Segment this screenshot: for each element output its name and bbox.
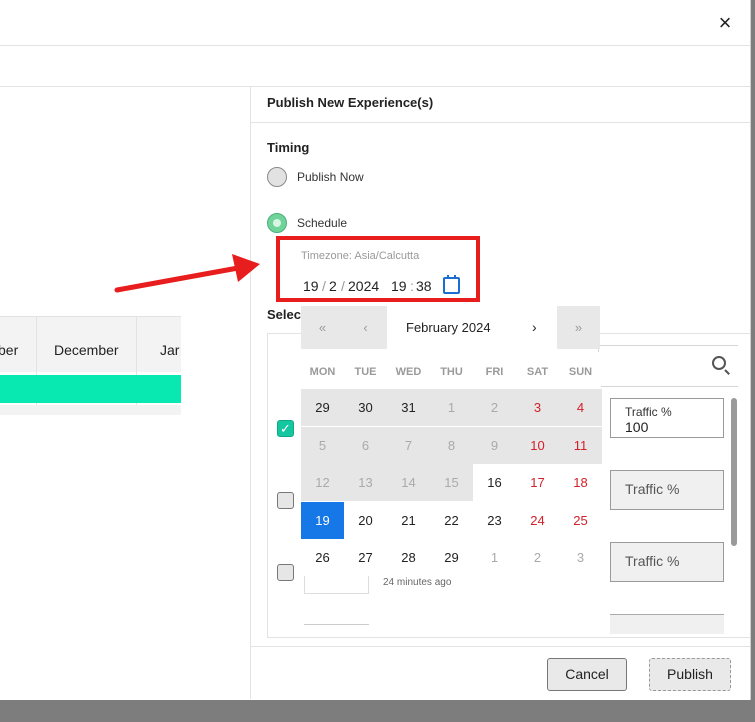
weekday-label: TUE <box>354 366 377 378</box>
calendar-day[interactable]: 15 <box>430 464 473 501</box>
weekday-label: SUN <box>568 366 593 378</box>
calendar-day[interactable]: 2 <box>516 539 559 576</box>
calendar-day[interactable]: 29 <box>430 539 473 576</box>
calendar-day[interactable]: 24 <box>516 501 559 539</box>
experience-checkbox[interactable] <box>277 564 294 581</box>
calendar-day[interactable]: 18 <box>559 464 602 501</box>
experience-thumbnail <box>304 574 369 594</box>
experience-checkbox[interactable]: ✓ <box>277 420 294 437</box>
calendar-day[interactable]: 4 <box>559 389 602 426</box>
timeline-chart: ber December Jar <box>0 316 181 415</box>
month-label[interactable]: February 2024 <box>406 306 491 349</box>
highlight-box <box>276 236 480 302</box>
calendar-day[interactable]: 7 <box>387 426 430 464</box>
calendar-day[interactable]: 11 <box>559 426 602 464</box>
weekday-label: FRI <box>485 366 504 378</box>
schedule-radio[interactable] <box>267 213 287 233</box>
panel-title: Publish New Experience(s) <box>267 95 434 110</box>
calendar-day[interactable]: 28 <box>387 539 430 576</box>
calendar-day[interactable]: 21 <box>387 501 430 539</box>
schedule-label[interactable]: Schedule <box>297 216 347 230</box>
calendar-day[interactable]: 20 <box>344 501 387 539</box>
time-ago: 24 minutes ago <box>383 577 452 588</box>
panel-title-divider <box>251 122 750 123</box>
traffic-label: Traffic % <box>625 405 672 419</box>
calendar-day[interactable]: 16 <box>473 464 516 501</box>
experience-thumbnail <box>304 624 369 644</box>
weekday-label: THU <box>440 366 463 378</box>
weekday-label: MON <box>309 366 336 378</box>
calendar-day[interactable]: 29 <box>301 389 344 426</box>
experience-checkbox[interactable] <box>277 492 294 509</box>
prev-month-button[interactable]: ‹ <box>344 306 387 349</box>
calendar-day[interactable]: 31 <box>387 389 430 426</box>
calendar-day[interactable]: 1 <box>430 389 473 426</box>
publish-modal: × ber December Jar Publish New Experienc… <box>0 0 751 700</box>
calendar-day[interactable]: 6 <box>344 426 387 464</box>
publish-now-label[interactable]: Publish Now <box>297 170 364 184</box>
annotation-arrow-icon <box>114 254 260 293</box>
month-header: February 2024 › <box>387 306 557 349</box>
calendar-day[interactable]: 10 <box>516 426 559 464</box>
traffic-input[interactable]: Traffic % 100 <box>610 398 724 438</box>
calendar-day[interactable]: 19 <box>301 501 344 539</box>
traffic-value: 100 <box>625 419 649 435</box>
select-label: Selec <box>267 307 301 322</box>
calendar-day[interactable]: 12 <box>301 464 344 501</box>
search-icon[interactable] <box>712 356 726 370</box>
timeline-footer <box>0 405 181 415</box>
header-divider <box>0 45 750 46</box>
timeline-month: ber <box>0 342 19 358</box>
timing-label: Timing <box>267 140 310 155</box>
calendar-day[interactable]: 3 <box>516 389 559 426</box>
panel-divider <box>250 87 251 699</box>
calendar-day[interactable]: 23 <box>473 501 516 539</box>
next-year-button[interactable]: » <box>557 306 600 349</box>
calendar-day[interactable]: 26 <box>301 539 344 576</box>
next-month-button[interactable]: › <box>532 306 537 349</box>
traffic-input[interactable]: Traffic % <box>610 470 724 510</box>
calendar-day[interactable]: 13 <box>344 464 387 501</box>
calendar-day[interactable]: 3 <box>559 539 602 576</box>
publish-button[interactable]: Publish <box>649 658 731 691</box>
traffic-input[interactable]: Traffic % <box>610 542 724 582</box>
calendar-day[interactable]: 17 <box>516 464 559 501</box>
publish-now-radio[interactable] <box>267 167 287 187</box>
toolbar-divider <box>0 86 750 87</box>
weekday-label: WED <box>395 366 422 378</box>
calendar-day[interactable]: 1 <box>473 539 516 576</box>
cancel-button[interactable]: Cancel <box>547 658 627 691</box>
timeline-bar[interactable] <box>0 375 181 403</box>
calendar-day[interactable]: 27 <box>344 539 387 576</box>
timeline-month: December <box>54 342 119 358</box>
list-scrollbar[interactable] <box>731 398 737 546</box>
prev-year-button[interactable]: « <box>301 306 344 349</box>
calendar-day[interactable]: 8 <box>430 426 473 464</box>
traffic-input[interactable] <box>610 614 724 634</box>
weekday-label: SAT <box>526 366 549 378</box>
close-icon[interactable]: × <box>712 10 738 36</box>
footer-divider <box>251 646 750 647</box>
calendar-day[interactable]: 30 <box>344 389 387 426</box>
calendar-day[interactable]: 25 <box>559 501 602 539</box>
timeline-month: Jar <box>160 342 180 358</box>
calendar-day[interactable]: 5 <box>301 426 344 464</box>
calendar-day[interactable]: 22 <box>430 501 473 539</box>
calendar-day[interactable]: 14 <box>387 464 430 501</box>
calendar-day[interactable]: 9 <box>473 426 516 464</box>
weekday-header: MON TUE WED THU FRI SAT SUN <box>301 352 601 392</box>
calendar-day[interactable]: 2 <box>473 389 516 426</box>
